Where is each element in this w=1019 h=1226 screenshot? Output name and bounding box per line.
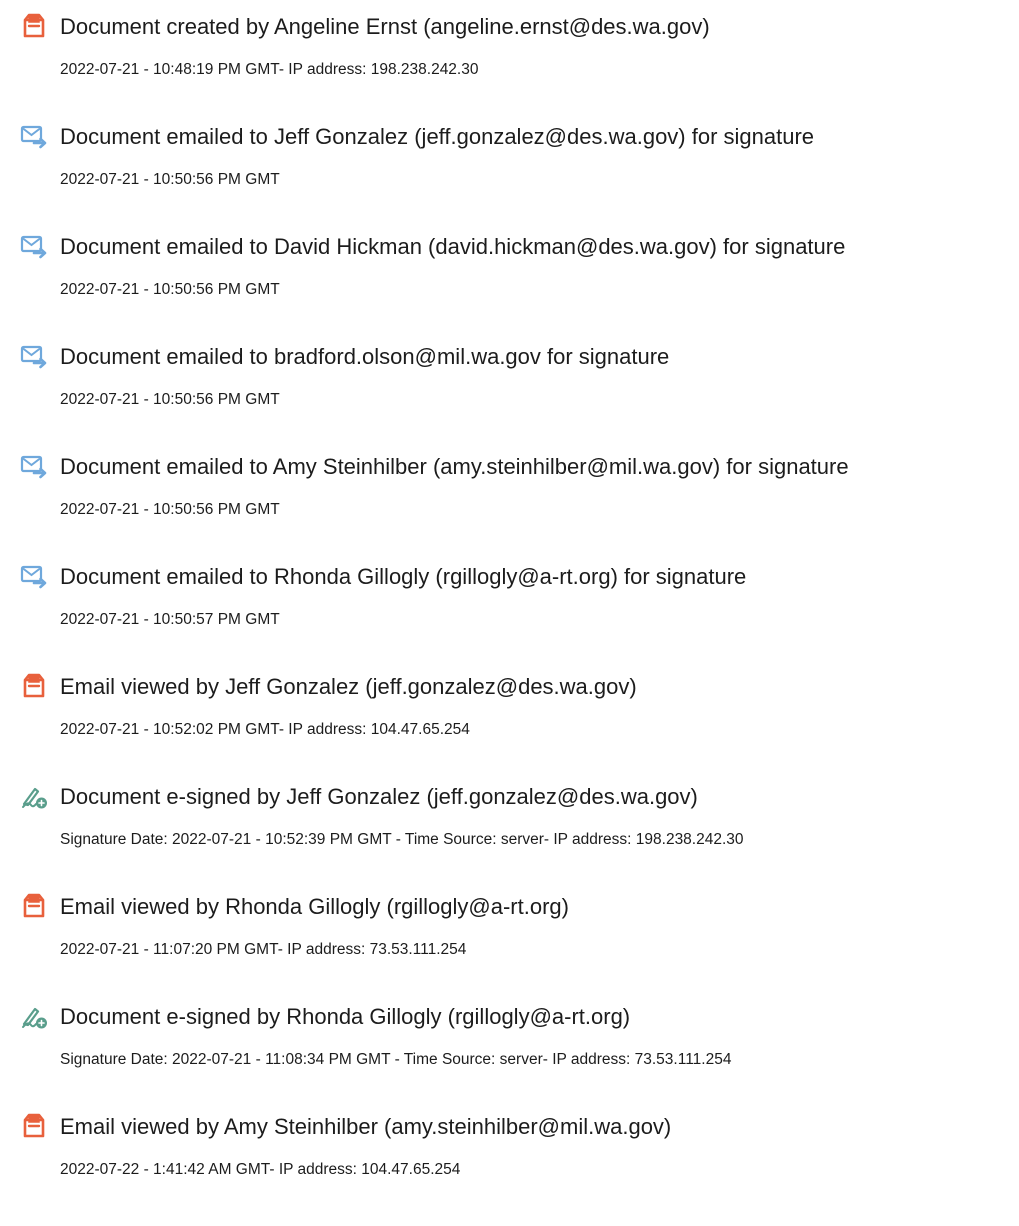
email-sent-icon xyxy=(20,232,48,260)
audit-event: Document emailed to Amy Steinhilber (amy… xyxy=(0,448,1019,558)
audit-event: Document created by Angeline Ernst (ange… xyxy=(0,8,1019,118)
event-detail: 2022-07-21 - 10:50:57 PM GMT xyxy=(60,611,280,628)
audit-event: Document e-signed by Rhonda Gillogly (rg… xyxy=(0,998,1019,1108)
e-signed-icon xyxy=(20,782,48,810)
email-sent-icon xyxy=(20,452,48,480)
event-detail: 2022-07-21 - 11:07:20 PM GMT- IP address… xyxy=(60,941,467,958)
event-title: Document emailed to Amy Steinhilber (amy… xyxy=(60,454,849,479)
event-title: Email viewed by Amy Steinhilber (amy.ste… xyxy=(60,1114,672,1139)
email-sent-icon xyxy=(20,342,48,370)
audit-event: Document emailed to Rhonda Gillogly (rgi… xyxy=(0,558,1019,668)
event-title: Email viewed by Jeff Gonzalez (jeff.gonz… xyxy=(60,674,637,699)
event-title: Document emailed to Rhonda Gillogly (rgi… xyxy=(60,564,747,589)
event-detail: Signature Date: 2022-07-21 - 10:52:39 PM… xyxy=(60,831,744,848)
audit-event-list: Document created by Angeline Ernst (ange… xyxy=(0,8,1019,1218)
event-title: Document created by Angeline Ernst (ange… xyxy=(60,14,710,39)
audit-event: Email viewed by Jeff Gonzalez (jeff.gonz… xyxy=(0,668,1019,778)
email-sent-icon xyxy=(20,122,48,150)
audit-event: Email viewed by Rhonda Gillogly (rgillog… xyxy=(0,888,1019,998)
event-detail: 2022-07-21 - 10:50:56 PM GMT xyxy=(60,281,280,298)
event-title: Email viewed by Rhonda Gillogly (rgillog… xyxy=(60,894,569,919)
e-signed-icon xyxy=(20,1002,48,1030)
event-detail: 2022-07-21 - 10:48:19 PM GMT- IP address… xyxy=(60,61,479,78)
audit-event: Document emailed to Jeff Gonzalez (jeff.… xyxy=(0,118,1019,228)
document-created-icon xyxy=(20,12,48,40)
event-detail: 2022-07-21 - 10:50:56 PM GMT xyxy=(60,171,280,188)
audit-event: Document emailed to bradford.olson@mil.w… xyxy=(0,338,1019,448)
email-viewed-icon xyxy=(20,672,48,700)
email-sent-icon xyxy=(20,562,48,590)
event-detail: 2022-07-21 - 10:50:56 PM GMT xyxy=(60,391,280,408)
event-detail: 2022-07-21 - 10:50:56 PM GMT xyxy=(60,501,280,518)
event-title: Document e-signed by Jeff Gonzalez (jeff… xyxy=(60,784,698,809)
event-detail: 2022-07-21 - 10:52:02 PM GMT- IP address… xyxy=(60,721,470,738)
audit-event: Document e-signed by Jeff Gonzalez (jeff… xyxy=(0,778,1019,888)
email-viewed-icon xyxy=(20,892,48,920)
event-title: Document emailed to bradford.olson@mil.w… xyxy=(60,344,670,369)
email-viewed-icon xyxy=(20,1112,48,1140)
event-title: Document emailed to Jeff Gonzalez (jeff.… xyxy=(60,124,815,149)
audit-event: Document emailed to David Hickman (david… xyxy=(0,228,1019,338)
event-detail: Signature Date: 2022-07-21 - 11:08:34 PM… xyxy=(60,1051,732,1068)
event-title: Document e-signed by Rhonda Gillogly (rg… xyxy=(60,1004,631,1029)
audit-event: Email viewed by Amy Steinhilber (amy.ste… xyxy=(0,1108,1019,1218)
event-detail: 2022-07-22 - 1:41:42 AM GMT- IP address:… xyxy=(60,1161,461,1178)
event-title: Document emailed to David Hickman (david… xyxy=(60,234,846,259)
